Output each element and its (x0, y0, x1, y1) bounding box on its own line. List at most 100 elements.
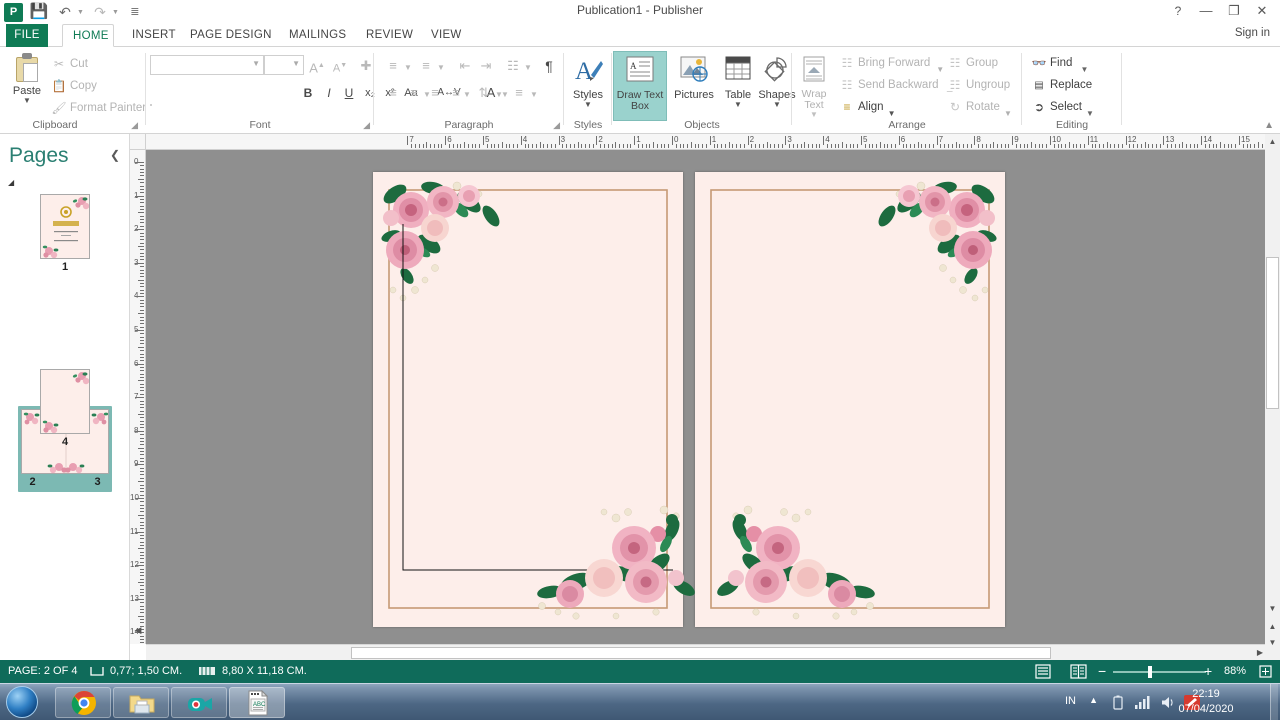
page-indicator[interactable]: PAGE: 2 OF 4 (8, 660, 78, 683)
zoom-slider-handle[interactable] (1148, 666, 1152, 678)
shrink-font-button[interactable]: A▼ (329, 55, 351, 77)
justify-icon[interactable]: ≡ (445, 82, 467, 104)
horizontal-ruler[interactable]: 7654321012345678910111213141516 (130, 134, 1265, 150)
align-right-icon[interactable]: ≡ (424, 82, 446, 104)
zoom-in-button[interactable]: + (1204, 660, 1212, 683)
tab-page-design[interactable]: PAGE DESIGN (180, 24, 282, 47)
styles-button[interactable]: A Styles ▼ (564, 51, 612, 121)
draw-text-box-button[interactable]: A Draw Text Box (613, 51, 667, 121)
tab-view[interactable]: VIEW (421, 24, 472, 47)
font-dialog-launcher-icon[interactable]: ◢ (363, 120, 370, 131)
fit-to-window-icon[interactable] (1258, 664, 1273, 679)
taskbar-item-publisher[interactable]: ABC (229, 687, 285, 718)
clock[interactable]: 22:19 07/04/2020 (1166, 687, 1246, 717)
taskbar-item-chrome[interactable] (55, 687, 111, 718)
align-left-icon[interactable]: ≡ (382, 82, 404, 104)
scroll-up-icon[interactable]: ▲ (1265, 137, 1280, 146)
object-position-value[interactable]: 0,77; 1,50 CM. (110, 660, 182, 683)
restore-button[interactable]: ❐ (1220, 1, 1248, 21)
format-painter-button[interactable]: 🖌 Format Painter (50, 98, 146, 118)
columns-icon[interactable]: ☷ (502, 55, 524, 77)
start-button[interactable] (6, 686, 38, 718)
ruler-corner[interactable] (130, 134, 146, 150)
taskbar-item-file-explorer[interactable] (113, 687, 169, 718)
bullets-icon[interactable]: ≡ (382, 55, 404, 77)
tab-mailings[interactable]: MAILINGS (279, 24, 356, 47)
replace-button[interactable]: ▤ Replace (1030, 75, 1092, 96)
select-button[interactable]: ➲ Select ▼ (1030, 97, 1094, 118)
vertical-scroll-thumb[interactable] (1266, 257, 1279, 409)
horizontal-scrollbar[interactable]: ▶ (146, 644, 1265, 660)
pictures-button[interactable]: Pictures (669, 51, 719, 121)
paste-dropdown-icon[interactable]: ▼ (8, 97, 46, 105)
collapse-ribbon-button[interactable]: ▲ (1264, 120, 1274, 131)
font-name-input[interactable]: ▼ (150, 55, 264, 75)
bold-button[interactable]: B (298, 82, 318, 104)
grow-font-button[interactable]: A▲ (306, 55, 328, 77)
show-desktop-button[interactable] (1270, 684, 1278, 720)
battery-icon[interactable] (1112, 695, 1124, 711)
wrap-text-button[interactable]: Wrap Text ▼ (794, 51, 834, 121)
tab-insert[interactable]: INSERT (122, 24, 186, 47)
close-button[interactable]: ✕ (1248, 1, 1276, 21)
increase-indent-icon[interactable]: ⇥ (475, 55, 497, 77)
font-size-dropdown-icon[interactable]: ▼ (292, 59, 300, 68)
chevron-up-icon[interactable]: ▲ (1089, 695, 1098, 705)
styles-dropdown-icon[interactable]: ▼ (564, 101, 612, 109)
columns-dropdown-icon[interactable]: ▼ (523, 55, 533, 77)
horizontal-scroll-thumb[interactable] (351, 647, 1051, 659)
wrap-text-dropdown-icon[interactable]: ▼ (794, 111, 834, 119)
scroll-right-icon[interactable]: ▶ (1257, 648, 1263, 657)
page-thumbnail-1[interactable]: 1 (0, 194, 130, 273)
tab-review[interactable]: REVIEW (356, 24, 423, 47)
signal-bars-icon[interactable] (1134, 695, 1150, 710)
page-thumbnail-4[interactable]: 4 (0, 369, 130, 448)
cut-button[interactable]: ✂ Cut (50, 54, 88, 74)
copy-button[interactable]: 📋 Copy (50, 76, 97, 96)
decrease-indent-icon[interactable]: ⇤ (454, 55, 476, 77)
ungroup-button[interactable]: ☷ Ungroup (946, 75, 1011, 96)
font-size-input[interactable]: ▼ (264, 55, 304, 75)
taskbar-item-screen-recorder[interactable] (171, 687, 227, 718)
align-center-icon[interactable]: ≡ (403, 82, 425, 104)
pages-expander-icon[interactable]: ◢ (8, 178, 14, 187)
table-dropdown-icon[interactable]: ▼ (720, 101, 756, 109)
language-indicator[interactable]: IN (1065, 695, 1076, 707)
tab-home[interactable]: HOME (62, 24, 114, 47)
numbering-dropdown-icon[interactable]: ▼ (436, 55, 446, 77)
clipboard-dialog-launcher-icon[interactable]: ◢ (131, 120, 138, 131)
show-hide-marks-icon[interactable]: ¶ (538, 55, 560, 77)
tab-file[interactable]: FILE (6, 24, 48, 47)
two-page-spread-view-icon[interactable] (1070, 664, 1087, 679)
scroll-down-icon[interactable]: ▼ (1265, 604, 1280, 613)
help-button[interactable]: ? (1164, 1, 1192, 21)
group-button[interactable]: ☷ Group (946, 53, 998, 74)
paragraph-dialog-launcher-icon[interactable]: ◢ (553, 120, 560, 131)
italic-button[interactable]: I (319, 82, 339, 104)
sign-in-link[interactable]: Sign in (1235, 27, 1270, 39)
send-backward-button[interactable]: ☷ Send Backward ─ (838, 75, 953, 96)
underline-button[interactable]: U (339, 82, 359, 104)
vertical-scrollbar[interactable]: ▲ ▼ ▲ ▼ (1265, 134, 1280, 660)
find-button[interactable]: 👓 Find ▼ (1030, 53, 1089, 74)
document-canvas[interactable] (146, 150, 1265, 644)
vertical-ruler[interactable]: 01234567891011121314 (130, 150, 146, 644)
single-page-view-icon[interactable] (1035, 664, 1051, 679)
previous-page-icon[interactable]: ▲ (1265, 622, 1280, 631)
rotate-button[interactable]: ↻ Rotate ▼ (946, 97, 1012, 118)
minimize-button[interactable]: — (1192, 1, 1220, 21)
paragraph-spacing-dropdown-icon[interactable]: ▼ (529, 82, 539, 104)
zoom-out-button[interactable]: − (1098, 660, 1106, 683)
page-left[interactable] (373, 172, 683, 627)
bullets-dropdown-icon[interactable]: ▼ (403, 55, 413, 77)
paragraph-spacing-icon[interactable]: ≡ (508, 82, 530, 104)
table-button[interactable]: Table ▼ (720, 51, 756, 121)
object-size-value[interactable]: 8,80 X 11,18 CM. (222, 660, 307, 683)
bring-forward-button[interactable]: ☷ Bring Forward ▼ (838, 53, 945, 74)
zoom-level[interactable]: 88% (1224, 660, 1246, 683)
page-right[interactable] (695, 172, 1005, 627)
pages-pane-toggle[interactable]: ◀ (131, 620, 145, 640)
font-name-dropdown-icon[interactable]: ▼ (252, 59, 260, 68)
numbering-icon[interactable]: ≡ (415, 55, 437, 77)
chevron-left-icon[interactable]: ❮ (110, 148, 120, 162)
